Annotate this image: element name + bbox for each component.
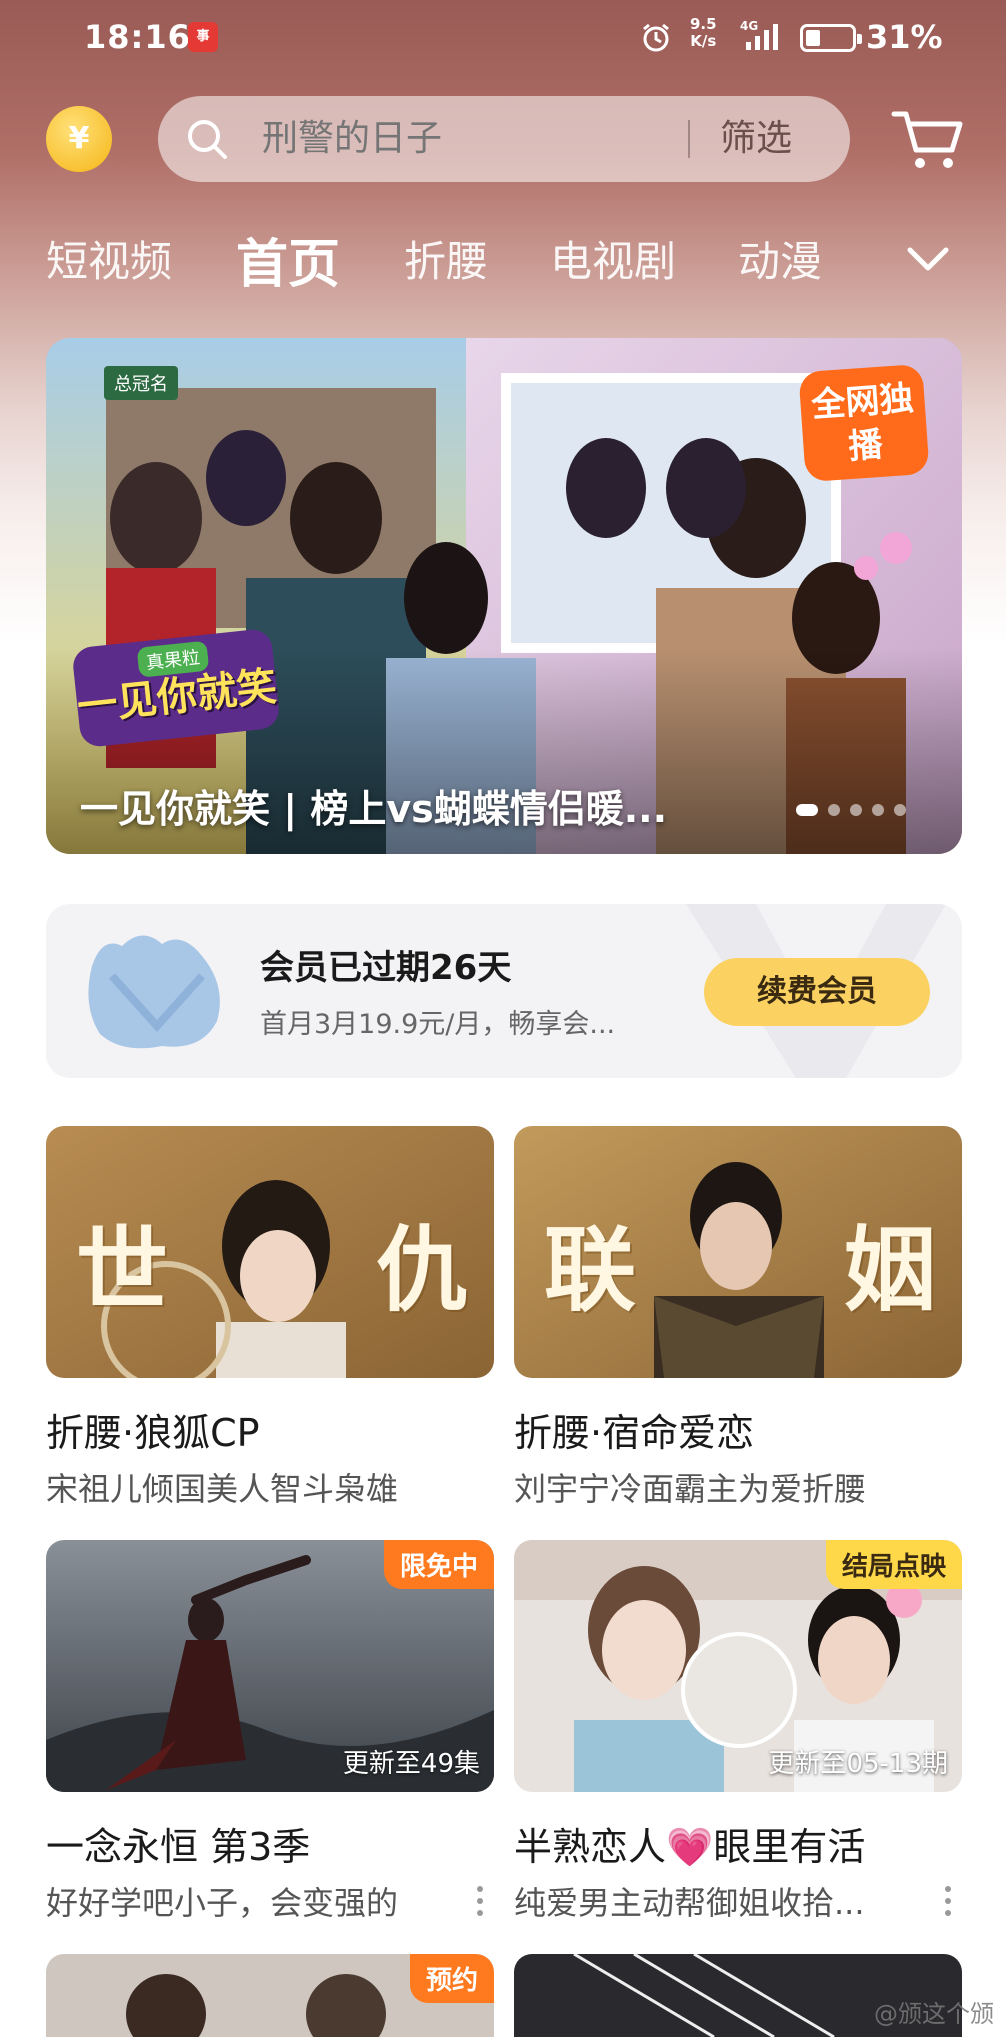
card-title: 半熟恋人💗眼里有活 <box>514 1825 866 1869</box>
battery-percentage: 31% <box>866 18 943 56</box>
membership-card[interactable]: 会员已过期26天 首月3月19.9元/月，畅享会... 续费会员 <box>46 904 962 1078</box>
tab-anime[interactable]: 动漫 <box>738 228 822 289</box>
membership-offer: 首月3月19.9元/月，畅享会... <box>260 1009 616 1040</box>
card-thumbnail: 限免中 更新至49集 <box>46 1540 494 1792</box>
watermark: @颁这个颁 <box>874 2000 994 2028</box>
poster-text-right: 姻 <box>844 1216 937 1324</box>
filter-button[interactable]: 筛选 <box>720 96 792 182</box>
signal-icon: 4G <box>740 19 778 50</box>
carousel-indicator <box>796 804 916 820</box>
chevron-down-icon[interactable] <box>900 238 956 282</box>
battery-nub <box>857 34 862 44</box>
membership-status: 会员已过期26天 <box>260 948 512 988</box>
battery-icon <box>800 24 862 52</box>
status-bar: 18:16 事 9.5 K/s 4G 31% <box>0 0 1006 80</box>
member-avatar-icon <box>88 935 220 1049</box>
show-logo: 真果粒 一见你就笑 <box>71 627 281 749</box>
free-limited-badge: 限免中 <box>383 1540 494 1589</box>
card-thumbnail: 世 仇 <box>46 1126 494 1378</box>
yen-icon: ¥ <box>68 121 90 156</box>
renew-membership-button[interactable]: 续费会员 <box>704 958 930 1026</box>
episode-update-label: 更新至49集 <box>342 1749 480 1779</box>
poster-text-left: 联 <box>544 1216 637 1324</box>
poster-text-right: 仇 <box>376 1216 469 1324</box>
card-subtitle: 刘宇宁冷面霸主为爱折腰 <box>514 1470 867 1508</box>
category-tabs: 短视频 首页 折腰 电视剧 动漫 <box>0 228 1006 298</box>
card-thumbnail: 预约 <box>46 1954 494 2037</box>
poster-text-left: 世 <box>76 1216 169 1324</box>
coin-wallet-button[interactable]: ¥ <box>46 106 112 172</box>
finale-screening-badge: 结局点映 <box>825 1540 962 1589</box>
content-card[interactable]: 限免中 更新至49集 一念永恒 第3季 好好学吧小子，会变强的 <box>46 1540 494 1922</box>
content-card[interactable]: 联 姻 折腰·宿命爱恋 刘宇宁冷面霸主为爱折腰 <box>514 1126 962 1508</box>
card-title: 折腰·狼狐CP <box>46 1411 260 1455</box>
card-thumbnail: 结局点映 更新至05-13期 <box>514 1540 962 1792</box>
more-options-icon[interactable] <box>474 1884 486 1918</box>
tab-tv-series[interactable]: 电视剧 <box>550 228 676 289</box>
search-divider <box>688 120 690 158</box>
cart-icon[interactable] <box>890 104 964 174</box>
sponsor-label: 总冠名 <box>104 366 178 400</box>
carousel-dot[interactable] <box>872 804 884 816</box>
card-thumbnail: 联 姻 <box>514 1126 962 1378</box>
alarm-icon <box>643 23 669 52</box>
carousel-dot[interactable] <box>828 804 840 816</box>
carousel-dot[interactable] <box>850 804 862 816</box>
content-card[interactable]: 结局点映 更新至05-13期 半熟恋人💗眼里有活 纯爱男主动帮御姐收拾... <box>514 1540 962 1922</box>
carousel-dot[interactable] <box>894 804 906 816</box>
episode-update-label: 更新至05-13期 <box>768 1749 948 1779</box>
carousel-dot[interactable] <box>796 804 818 816</box>
hero-banner[interactable]: 总冠名 真果粒 一见你就笑 全网独播 一见你就笑 | 榜上vs蝴蝶情侣暖... <box>46 338 962 854</box>
exclusive-badge: 全网独播 <box>798 363 930 483</box>
network-type-label: 4G <box>740 19 758 33</box>
card-subtitle: 纯爱男主动帮御姐收拾... <box>514 1884 865 1922</box>
status-time: 18:16 <box>84 18 191 56</box>
reservation-badge: 预约 <box>409 1954 494 2003</box>
card-title: 折腰·宿命爱恋 <box>514 1411 755 1455</box>
banner-title: 一见你就笑 | 榜上vs蝴蝶情侣暖... <box>80 787 668 831</box>
search-icon <box>188 120 227 159</box>
card-title: 一念永恒 第3季 <box>46 1825 311 1869</box>
network-speed: 9.5 K/s <box>690 16 717 50</box>
network-speed-value: 9.5 <box>690 15 717 33</box>
tab-zheyao[interactable]: 折腰 <box>404 228 488 289</box>
more-options-icon[interactable] <box>942 1884 954 1918</box>
show-logo-title: 一见你就笑 <box>75 663 279 731</box>
notification-app-icon: 事 <box>188 22 218 52</box>
card-subtitle: 好好学吧小子，会变强的 <box>46 1884 399 1922</box>
tab-short-video[interactable]: 短视频 <box>46 228 172 289</box>
network-speed-unit: K/s <box>690 32 717 50</box>
tab-home[interactable]: 首页 <box>236 222 340 297</box>
card-subtitle: 宋祖儿倾国美人智斗枭雄 <box>46 1470 399 1508</box>
search-bar[interactable]: 筛选 <box>158 96 850 182</box>
content-card[interactable]: 世 仇 折腰·狼狐CP 宋祖儿倾国美人智斗枭雄 <box>46 1126 494 1508</box>
content-card[interactable]: 预约 <box>46 1954 494 2037</box>
battery-fill <box>806 30 820 46</box>
